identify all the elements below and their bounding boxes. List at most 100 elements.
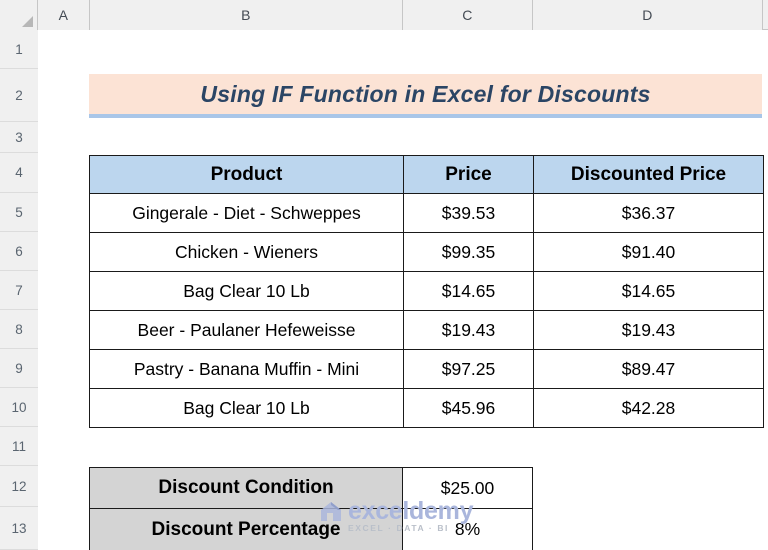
row-header-7-label: 7 (15, 282, 23, 298)
cell-price[interactable]: $39.53 (403, 193, 534, 233)
row-header-13[interactable]: 13 (0, 507, 38, 550)
row-header-10-label: 10 (11, 399, 27, 415)
row-header-12[interactable]: 12 (0, 466, 38, 507)
cell-price-text: $97.25 (441, 358, 496, 379)
header-cell-product[interactable]: Product (89, 155, 404, 194)
cell-discount-percentage-value[interactable]: 8% (402, 508, 533, 550)
row-header-9-label: 9 (15, 360, 23, 376)
cell-discounted-price[interactable]: $91.40 (533, 232, 764, 272)
table-header-row: Product Price Discounted Price (89, 155, 764, 194)
discount-condition-label-text: Discount Condition (158, 477, 334, 498)
row-header-8-label: 8 (15, 321, 23, 337)
row-header-4-label: 4 (15, 165, 23, 180)
cell-product[interactable]: Pastry - Banana Muffin - Mini (89, 349, 404, 389)
cell-price-text: $39.53 (441, 202, 496, 223)
cell-price-text: $45.96 (441, 397, 496, 418)
row-header-4[interactable]: 4 (0, 153, 38, 193)
select-all-triangle-icon (22, 16, 33, 27)
column-header-b-label: B (241, 7, 251, 23)
column-header-d-label: D (642, 7, 653, 23)
row-header-2-label: 2 (15, 87, 23, 103)
cell-price[interactable]: $19.43 (403, 310, 534, 350)
page-title: Using IF Function in Excel for Discounts (200, 80, 651, 107)
cell-product-text: Chicken - Wieners (175, 241, 318, 262)
cell-discounted-price[interactable]: $14.65 (533, 271, 764, 311)
row-header-5-label: 5 (15, 204, 23, 220)
cell-price-text: $14.65 (441, 280, 496, 301)
cell-price-text: $19.43 (441, 319, 496, 340)
cell-discounted-price-text: $14.65 (621, 280, 676, 301)
cell-price-text: $99.35 (441, 241, 496, 262)
column-header-b[interactable]: B (90, 0, 403, 30)
header-cell-discounted-price[interactable]: Discounted Price (533, 155, 764, 194)
cell-product[interactable]: Bag Clear 10 Lb (89, 388, 404, 428)
discount-percentage-label-text: Discount Percentage (151, 518, 341, 540)
row-header-7[interactable]: 7 (0, 271, 38, 310)
cell-product-text: Beer - Paulaner Hefeweisse (137, 319, 356, 340)
row-header-11[interactable]: 11 (0, 427, 38, 466)
condition-row-discount-condition: Discount Condition $25.00 (89, 467, 533, 509)
table-row: Bag Clear 10 Lb $14.65 $14.65 (89, 271, 764, 311)
cell-price[interactable]: $14.65 (403, 271, 534, 311)
spreadsheet-canvas: A B C D 1 2 3 4 5 6 7 8 9 10 11 12 13 Us… (0, 0, 768, 550)
cell-discounted-price-text: $19.43 (621, 319, 676, 340)
column-header-a[interactable]: A (38, 0, 90, 30)
row-header-strip: 1 2 3 4 5 6 7 8 9 10 11 12 13 (0, 30, 38, 550)
cell-product-text: Bag Clear 10 Lb (183, 280, 310, 301)
column-header-c[interactable]: C (403, 0, 533, 30)
header-product-label: Product (210, 163, 283, 185)
worksheet-title-banner[interactable]: Using IF Function in Excel for Discounts (89, 74, 762, 118)
column-header-d[interactable]: D (533, 0, 763, 30)
table-row: Chicken - Wieners $99.35 $91.40 (89, 232, 764, 272)
row-header-1[interactable]: 1 (0, 30, 38, 69)
cell-price[interactable]: $99.35 (403, 232, 534, 272)
row-header-3-label: 3 (15, 129, 23, 145)
discount-condition-value-text: $25.00 (440, 477, 495, 498)
cell-product-text: Gingerale - Diet - Schweppes (132, 202, 361, 223)
cell-discounted-price[interactable]: $19.43 (533, 310, 764, 350)
header-price-label: Price (445, 163, 492, 185)
row-header-8[interactable]: 8 (0, 310, 38, 349)
row-header-10[interactable]: 10 (0, 388, 38, 427)
discount-data-table: Product Price Discounted Price Gingerale… (89, 155, 764, 428)
table-row: Beer - Paulaner Hefeweisse $19.43 $19.43 (89, 310, 764, 350)
select-all-corner-button[interactable] (0, 0, 38, 30)
cell-discounted-price-text: $89.47 (621, 358, 676, 379)
worksheet-grid: Using IF Function in Excel for Discounts… (38, 30, 768, 550)
row-header-6[interactable]: 6 (0, 232, 38, 271)
cell-product[interactable]: Bag Clear 10 Lb (89, 271, 404, 311)
column-header-c-label: C (462, 7, 473, 23)
cell-discount-condition-value[interactable]: $25.00 (402, 467, 533, 509)
cell-discounted-price[interactable]: $36.37 (533, 193, 764, 233)
discount-condition-table: Discount Condition $25.00 Discount Perce… (89, 467, 533, 550)
row-header-13-label: 13 (11, 520, 27, 536)
row-header-5[interactable]: 5 (0, 193, 38, 232)
row-header-12-label: 12 (11, 478, 27, 494)
row-header-9[interactable]: 9 (0, 349, 38, 388)
cell-price[interactable]: $97.25 (403, 349, 534, 389)
cell-discounted-price-text: $91.40 (621, 241, 676, 262)
cell-discounted-price[interactable]: $89.47 (533, 349, 764, 389)
row-header-11-label: 11 (11, 438, 26, 454)
table-row: Pastry - Banana Muffin - Mini $97.25 $89… (89, 349, 764, 389)
row-header-2[interactable]: 2 (0, 69, 38, 122)
cell-price[interactable]: $45.96 (403, 388, 534, 428)
cell-product-text: Bag Clear 10 Lb (183, 397, 310, 418)
column-header-strip: A B C D (0, 0, 768, 30)
column-header-a-label: A (58, 7, 69, 23)
header-discounted-price-label: Discounted Price (570, 163, 727, 185)
row-header-6-label: 6 (15, 243, 23, 259)
cell-product[interactable]: Chicken - Wieners (89, 232, 404, 272)
row-header-1-label: 1 (15, 41, 23, 57)
cell-discounted-price-text: $36.37 (621, 202, 676, 223)
cell-product[interactable]: Gingerale - Diet - Schweppes (89, 193, 404, 233)
table-row: Bag Clear 10 Lb $45.96 $42.28 (89, 388, 764, 428)
cell-discount-percentage-label[interactable]: Discount Percentage (89, 508, 403, 550)
table-row: Gingerale - Diet - Schweppes $39.53 $36.… (89, 193, 764, 233)
cell-product[interactable]: Beer - Paulaner Hefeweisse (89, 310, 404, 350)
row-header-3[interactable]: 3 (0, 122, 38, 153)
header-cell-price[interactable]: Price (403, 155, 534, 194)
cell-discounted-price-text: $42.28 (621, 397, 676, 418)
cell-discount-condition-label[interactable]: Discount Condition (89, 467, 403, 509)
cell-discounted-price[interactable]: $42.28 (533, 388, 764, 428)
